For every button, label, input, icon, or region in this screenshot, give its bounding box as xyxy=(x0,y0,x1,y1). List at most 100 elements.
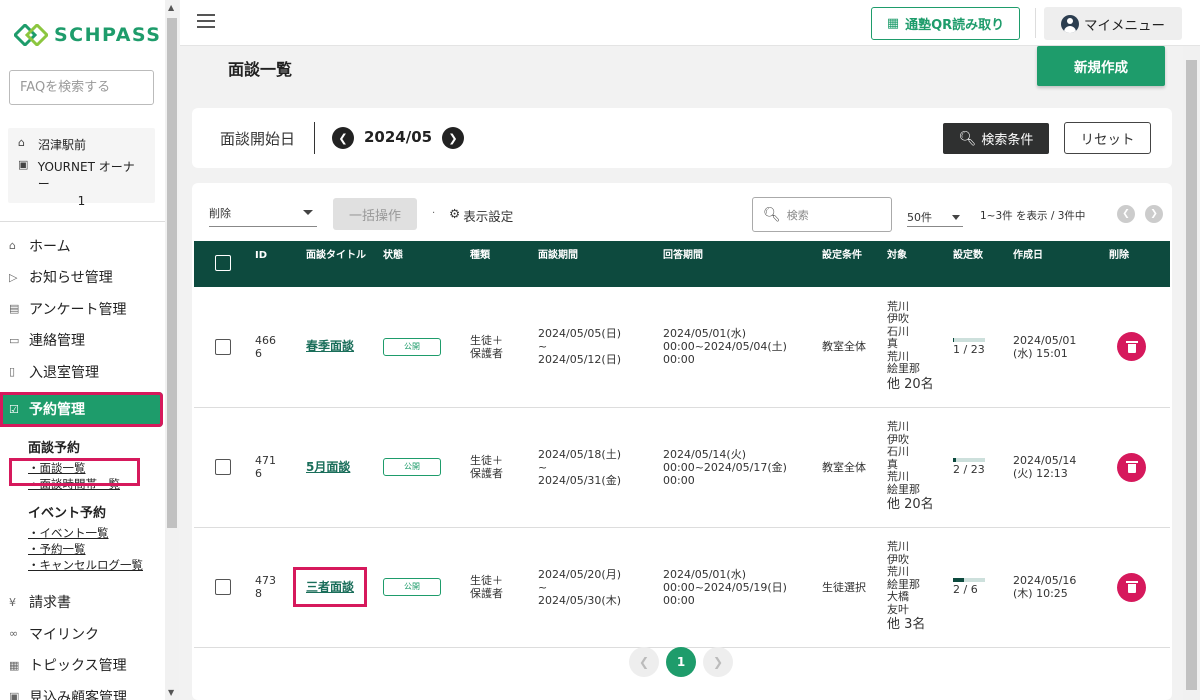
school-name: 沼津駅前 xyxy=(38,138,87,152)
my-menu-button[interactable]: マイメニュー xyxy=(1044,7,1182,40)
created-date: 2024/05/16 xyxy=(1013,574,1077,587)
answer-time: 00:00 xyxy=(663,473,695,487)
row-checkbox[interactable] xyxy=(215,579,231,595)
id-card-icon: ▣ xyxy=(18,158,29,171)
sidebar-item-surveys[interactable]: ▤ アンケート管理 xyxy=(0,293,165,325)
chat-icon: ▭ xyxy=(9,333,20,347)
main-scrollbar[interactable] xyxy=(1183,46,1200,700)
qr-scan-button[interactable]: ▦ 通塾QR読み取り xyxy=(871,7,1020,40)
col-kind[interactable]: 種類 xyxy=(466,241,534,287)
sidebar-scrollbar[interactable]: ▲ ▼ xyxy=(165,0,179,700)
target-name: 荒川 xyxy=(887,420,909,433)
scroll-up-icon[interactable]: ▲ xyxy=(168,3,174,12)
door-icon: ▯ xyxy=(9,365,16,379)
per-page-select[interactable]: 50件 xyxy=(907,205,963,227)
chevron-down-icon xyxy=(952,215,960,220)
submenu-cancel-log[interactable]: ・キャンセルログ一覧 xyxy=(28,557,165,573)
answer-time: 00:00 xyxy=(663,353,695,367)
target-list: 荒川 伊吹 石川真荒川 絵里那他 20名 xyxy=(883,287,949,408)
interview-period: 2024/05/05(日) ~ 2024/05/12(日) xyxy=(534,287,659,408)
gear-icon: ⚙ xyxy=(449,206,461,221)
col-answer-period[interactable]: 回答期間 xyxy=(659,241,818,287)
delete-button[interactable] xyxy=(1117,452,1146,482)
sidebar-item-attendance[interactable]: ▯ 入退室管理 xyxy=(0,356,165,388)
display-settings-button[interactable]: ⚙ 表示設定 xyxy=(449,206,513,225)
select-all-checkbox[interactable] xyxy=(215,255,231,271)
pagination-page-1[interactable]: 1 xyxy=(666,647,696,677)
search-placeholder: 検索 xyxy=(786,208,809,222)
qr-scan-label: 通塾QR読み取り xyxy=(905,18,1005,33)
sidebar-item-label: 見込み顧客管理 xyxy=(29,689,127,700)
sidebar-item-contacts[interactable]: ▭ 連絡管理 xyxy=(0,325,165,357)
sidebar-item-reservations[interactable]: ☑ 予約管理 xyxy=(0,391,163,427)
col-created[interactable]: 作成日 xyxy=(1009,241,1105,287)
submenu-event-list[interactable]: ・イベント一覧 xyxy=(28,525,165,541)
scrollbar-thumb[interactable] xyxy=(1186,60,1197,690)
period-start: 2024/05/20(月) xyxy=(538,567,621,581)
pagination-next-button[interactable]: ❯ xyxy=(703,647,733,677)
sidebar-item-home[interactable]: ⌂ ホーム xyxy=(0,230,165,262)
sidebar-item-invoices[interactable]: ¥ 請求書 xyxy=(0,587,165,619)
bulk-action-select[interactable]: 削除 xyxy=(209,203,317,227)
interview-kind: 生徒＋保護者 xyxy=(466,527,534,648)
row-checkbox[interactable] xyxy=(215,338,231,355)
yen-icon: ¥ xyxy=(9,595,16,609)
search-conditions-button[interactable]: 🔍︎ 検索条件 xyxy=(943,123,1049,154)
current-month: 2024/05 xyxy=(364,128,433,146)
col-delete[interactable]: 削除 xyxy=(1105,241,1170,287)
created-date: 2024/05/14 xyxy=(1013,454,1077,467)
trash-icon xyxy=(1125,340,1138,353)
search-input[interactable]: 🔍︎ 検索 xyxy=(752,197,892,232)
table-row[interactable]: 4716 5月面談 公開 生徒＋保護者 2024/05/18(土) ~ 2024… xyxy=(194,407,1170,528)
col-title[interactable]: 面談タイトル xyxy=(302,241,379,287)
created-at: 2024/05/14 (火) 12:13 xyxy=(1009,407,1105,528)
delete-button[interactable] xyxy=(1117,332,1146,362)
scroll-down-icon[interactable]: ▼ xyxy=(168,688,174,697)
submenu-reservation-list[interactable]: ・予約一覧 xyxy=(28,541,165,557)
col-period[interactable]: 面談期間 xyxy=(534,241,659,287)
display-settings-label: 表示設定 xyxy=(463,209,514,224)
answer-start: 2024/05/01(水) xyxy=(663,567,746,581)
faq-search-input[interactable] xyxy=(9,70,154,105)
table-row[interactable]: 4666 春季面談 公開 生徒＋保護者 2024/05/05(日) ~ 2024… xyxy=(194,287,1170,408)
hamburger-menu-icon[interactable] xyxy=(197,14,215,28)
status-badge: 公開 xyxy=(383,458,441,476)
sidebar-item-prospects[interactable]: ▣ 見込み顧客管理 xyxy=(0,681,165,700)
bulk-operation-button[interactable]: 一括操作 xyxy=(333,198,417,230)
prev-month-button[interactable]: ❮ xyxy=(332,127,354,149)
sidebar-item-label: 連絡管理 xyxy=(29,333,85,350)
interview-title-link[interactable]: 春季面談 xyxy=(306,339,354,353)
sidebar-item-mylinks[interactable]: ∞ マイリンク xyxy=(0,618,165,650)
answer-time: 00:00 xyxy=(663,593,695,607)
chevron-down-icon xyxy=(303,210,313,215)
logo[interactable]: SCHPASS xyxy=(14,24,161,46)
row-checkbox[interactable] xyxy=(215,459,231,475)
calendar-check-icon: ☑ xyxy=(9,402,19,416)
sidebar-item-topics[interactable]: ▦ トピックス管理 xyxy=(0,650,165,682)
col-id[interactable]: ID xyxy=(251,241,302,287)
target-name: 伊吹 xyxy=(887,312,909,326)
scrollbar-thumb[interactable] xyxy=(167,18,177,528)
reset-button[interactable]: リセット xyxy=(1064,122,1151,154)
trash-icon xyxy=(1125,581,1138,593)
col-condition[interactable]: 設定条件 xyxy=(818,241,883,287)
col-status[interactable]: 状態 xyxy=(379,241,466,287)
home-icon: ⌂ xyxy=(18,136,25,149)
target-list: 荒川 伊吹 石川真荒川 絵里那他 20名 xyxy=(883,407,949,528)
col-count[interactable]: 設定数 xyxy=(949,241,1009,287)
prev-page-icon[interactable]: ❮ xyxy=(1117,205,1135,223)
next-page-icon[interactable]: ❯ xyxy=(1145,205,1163,223)
submenu-heading-event: イベント予約 xyxy=(28,505,107,521)
pagination-prev-button[interactable]: ❮ xyxy=(629,647,659,677)
chevron-right-icon: ❯ xyxy=(448,131,458,145)
sidebar-item-label: お知らせ管理 xyxy=(29,270,113,287)
period-separator: ~ xyxy=(538,460,548,474)
col-target[interactable]: 対象 xyxy=(883,241,949,287)
result-range: 1~3件 を表示 / 3件中 xyxy=(980,210,1086,222)
app-name: SCHPASS xyxy=(54,24,162,46)
sidebar-item-notices[interactable]: ▷ お知らせ管理 xyxy=(0,262,165,294)
new-create-button[interactable]: 新規作成 xyxy=(1037,46,1165,86)
delete-button[interactable] xyxy=(1117,572,1146,602)
interview-title-link[interactable]: 5月面談 xyxy=(306,460,350,474)
next-month-button[interactable]: ❯ xyxy=(442,127,464,149)
